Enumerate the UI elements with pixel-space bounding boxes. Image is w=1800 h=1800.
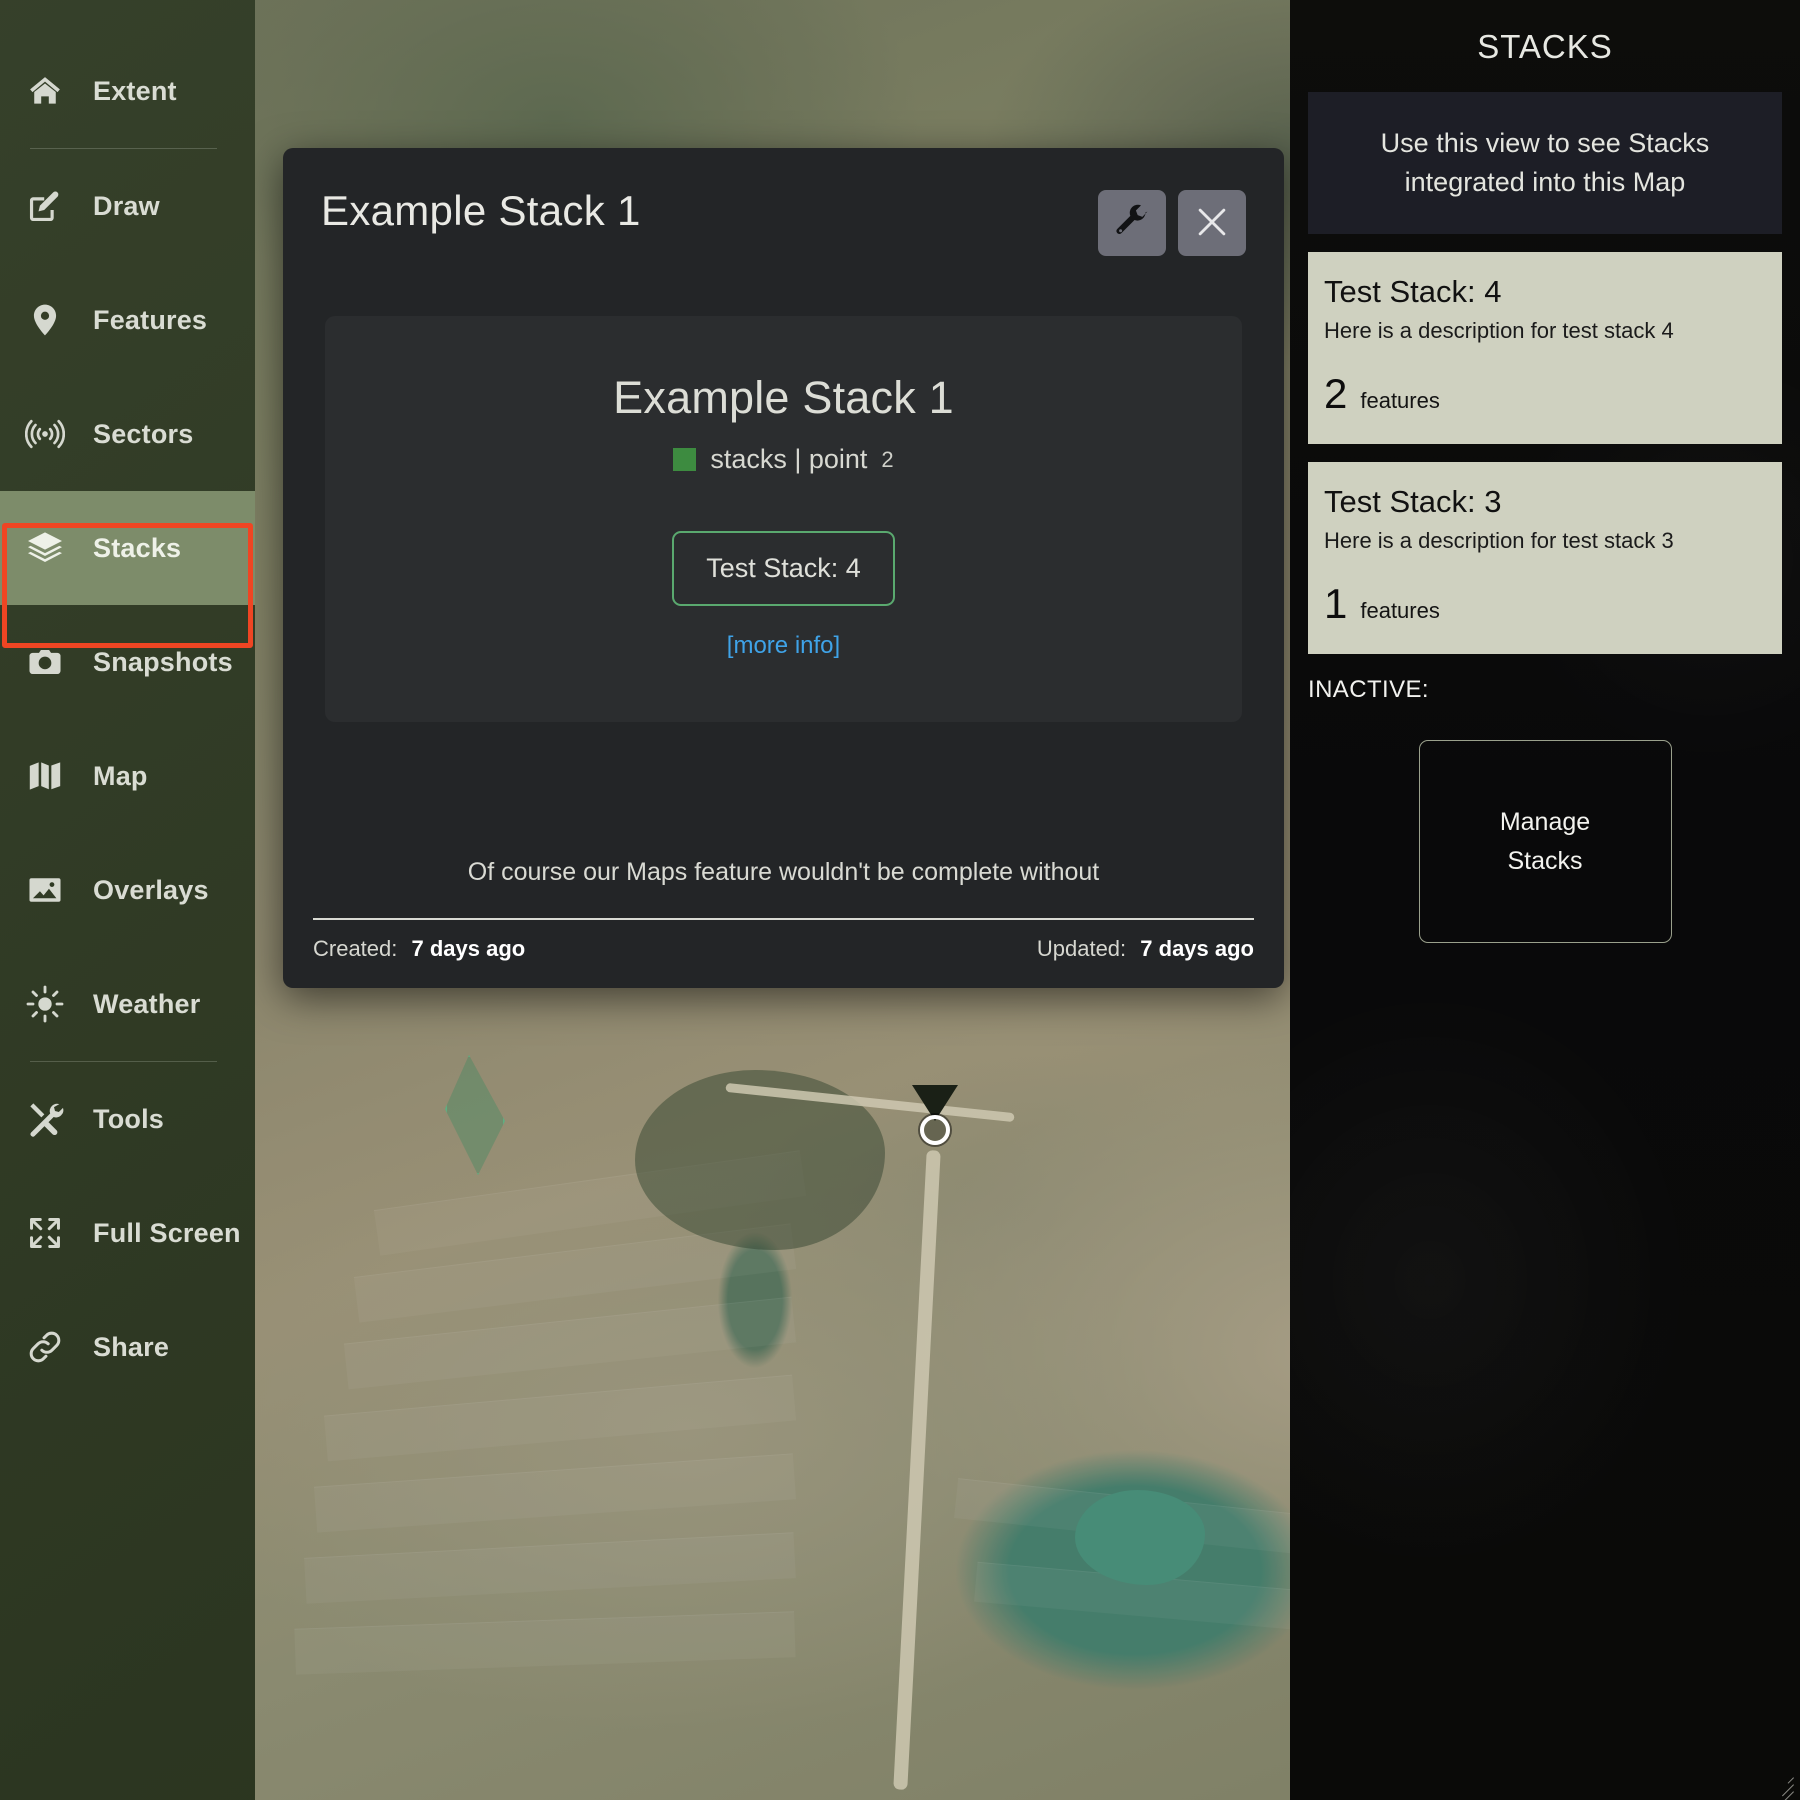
stack-card-description: Here is a description for test stack 4 [1324, 318, 1766, 344]
tools-icon [17, 1099, 73, 1139]
stack-detail-modal: Example Stack 1 Example Stack 1 [283, 148, 1284, 988]
sidebar-item-features[interactable]: Features [0, 263, 255, 377]
map-icon [17, 757, 73, 795]
panel-note: Use this view to see Stacks integrated i… [1308, 92, 1782, 234]
settings-wrench-button[interactable] [1098, 190, 1166, 256]
color-swatch [673, 448, 696, 471]
created-value: 7 days ago [412, 936, 526, 961]
modal-header-actions [1098, 190, 1246, 256]
expand-icon [17, 1214, 73, 1252]
stack-card-title: Test Stack: 4 [1324, 274, 1766, 310]
updated-meta: Updated: 7 days ago [1037, 936, 1254, 962]
map-viewport[interactable]: Example Stack 1 Example Stack 1 [255, 0, 1290, 1800]
pencil-square-icon [17, 187, 73, 225]
broadcast-icon [17, 414, 73, 454]
manage-stacks-button[interactable]: Manage Stacks [1419, 740, 1672, 943]
sidebar-item-label: Overlays [93, 875, 209, 906]
sidebar-item-label: Weather [93, 989, 200, 1020]
wrench-icon [1114, 204, 1150, 243]
stack-card-count-label: features [1360, 598, 1440, 624]
card-category: stacks | point [710, 444, 867, 475]
stack-card-count: 2 features [1324, 370, 1766, 418]
close-icon [1193, 203, 1231, 244]
stack-card-count-number: 2 [1324, 370, 1347, 418]
test-stack-button[interactable]: Test Stack: 4 [672, 531, 895, 606]
sidebar-item-extent[interactable]: Extent [0, 34, 255, 148]
manage-stacks-line2: Stacks [1507, 842, 1582, 881]
created-meta: Created: 7 days ago [313, 936, 525, 962]
stack-preview-card: Example Stack 1 stacks | point 2 Test St… [325, 316, 1242, 722]
stack-card[interactable]: Test Stack: 3 Here is a description for … [1308, 462, 1782, 654]
stacks-panel: STACKS Use this view to see Stacks integ… [1290, 0, 1800, 1800]
sidebar-item-label: Stacks [93, 533, 181, 564]
app-root: Extent Draw Features [0, 0, 1800, 1800]
stack-card-count-label: features [1360, 388, 1440, 414]
updated-label: Updated: [1037, 936, 1126, 961]
sidebar-item-label: Tools [93, 1104, 164, 1135]
sidebar-item-full-screen[interactable]: Full Screen [0, 1176, 255, 1290]
card-title: Example Stack 1 [355, 372, 1212, 424]
image-icon [17, 871, 73, 909]
sidebar-item-label: Extent [93, 76, 177, 107]
stack-card-count: 1 features [1324, 580, 1766, 628]
sidebar-item-label: Map [93, 761, 148, 792]
sidebar-item-label: Snapshots [93, 647, 233, 678]
created-label: Created: [313, 936, 397, 961]
sidebar-item-share[interactable]: Share [0, 1290, 255, 1404]
sidebar-item-sectors[interactable]: Sectors [0, 377, 255, 491]
sidebar-item-weather[interactable]: Weather [0, 947, 255, 1061]
manage-stacks-line1: Manage [1500, 803, 1590, 842]
stack-card-count-number: 1 [1324, 580, 1347, 628]
sidebar-item-label: Share [93, 1332, 169, 1363]
stack-card[interactable]: Test Stack: 4 Here is a description for … [1308, 252, 1782, 444]
sidebar-item-snapshots[interactable]: Snapshots [0, 605, 255, 719]
stack-card-description: Here is a description for test stack 3 [1324, 528, 1766, 554]
sidebar-item-label: Full Screen [93, 1218, 241, 1249]
map-pin-icon [17, 301, 73, 339]
layers-icon [17, 528, 73, 568]
left-sidebar: Extent Draw Features [0, 0, 255, 1800]
stack-card-title: Test Stack: 3 [1324, 484, 1766, 520]
inactive-section-label: INACTIVE: [1308, 676, 1782, 704]
panel-title: STACKS [1308, 0, 1782, 66]
modal-description: Of course our Maps feature wouldn't be c… [283, 856, 1284, 890]
camera-icon [17, 643, 73, 681]
home-icon [17, 72, 73, 110]
link-icon [17, 1328, 73, 1366]
sidebar-item-label: Sectors [93, 419, 193, 450]
sidebar-item-map[interactable]: Map [0, 719, 255, 833]
modal-footer: Created: 7 days ago Updated: 7 days ago [313, 918, 1254, 962]
sun-icon [17, 984, 73, 1024]
updated-value: 7 days ago [1140, 936, 1254, 961]
card-meta: stacks | point 2 [355, 444, 1212, 475]
resize-grip[interactable] [1768, 1768, 1794, 1794]
sidebar-item-overlays[interactable]: Overlays [0, 833, 255, 947]
modal-header: Example Stack 1 [283, 148, 1284, 256]
map-marker-stack-point[interactable] [920, 1115, 950, 1145]
sidebar-item-label: Draw [93, 191, 160, 222]
sidebar-item-draw[interactable]: Draw [0, 149, 255, 263]
sidebar-item-stacks[interactable]: Stacks [0, 491, 255, 605]
sidebar-item-label: Features [93, 305, 207, 336]
more-info-link[interactable]: [more info] [355, 632, 1212, 660]
sidebar-item-tools[interactable]: Tools [0, 1062, 255, 1176]
modal-title: Example Stack 1 [321, 190, 641, 232]
card-category-count: 2 [881, 447, 893, 473]
close-modal-button[interactable] [1178, 190, 1246, 256]
